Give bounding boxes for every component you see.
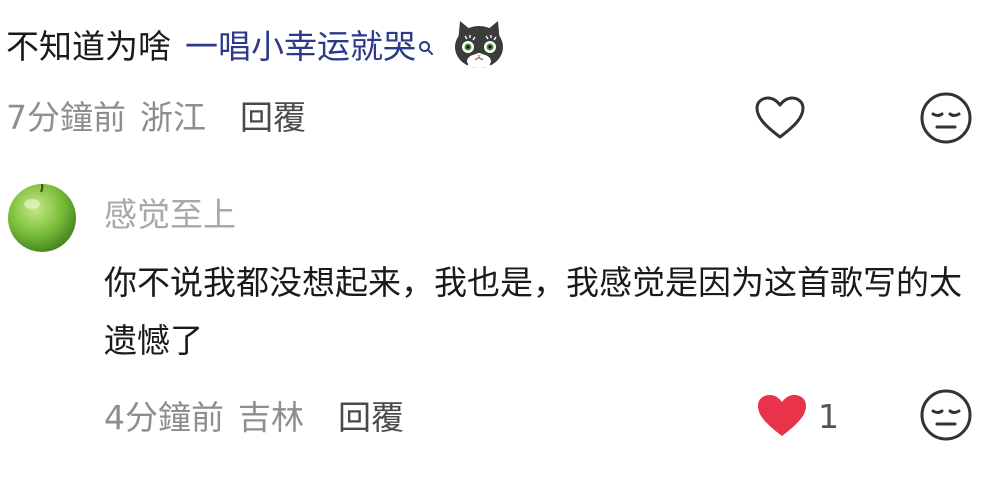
green-apple-avatar	[6, 180, 78, 252]
comment-time: 4分鐘前	[104, 398, 224, 437]
heart-filled-icon	[758, 395, 806, 436]
like-button[interactable]	[752, 92, 808, 144]
avatar[interactable]	[6, 180, 78, 252]
heart-outline-icon	[755, 96, 805, 139]
dislike-button[interactable]	[916, 89, 976, 147]
comment-item: 不知道为啥 一唱小幸运就哭 7分鐘前 浙江 回覆	[0, 0, 992, 160]
comment-location: 浙江	[140, 98, 206, 137]
cat-emoji-icon	[452, 17, 506, 71]
comment-meta: 4分鐘前 吉林 回覆	[104, 390, 404, 440]
comment-text-plain: 不知道为啥	[6, 27, 171, 66]
like-button[interactable]	[752, 390, 812, 442]
like-count: 1	[818, 396, 839, 436]
hashtag-link[interactable]: 一唱小幸运就哭	[185, 20, 416, 68]
reply-button[interactable]: 回覆	[240, 91, 306, 139]
comment-item: 感觉至上 你不说我都没想起来，我也是，我感觉是因为这首歌写的太遗憾了 4分鐘前 …	[0, 170, 992, 500]
comment-text: 你不说我都没想起来，我也是，我感觉是因为这首歌写的太遗憾了	[104, 263, 962, 360]
comment-text: 不知道为啥 一唱小幸运就哭	[6, 14, 506, 74]
username[interactable]: 感觉至上	[104, 188, 236, 236]
comment-meta: 7分鐘前 浙江 回覆	[6, 90, 306, 140]
comment-location: 吉林	[238, 398, 304, 437]
search-icon	[418, 25, 434, 55]
meh-face-icon	[920, 92, 972, 144]
meh-face-icon	[920, 389, 972, 441]
comment-time: 7分鐘前	[6, 98, 126, 137]
reply-button[interactable]: 回覆	[338, 391, 404, 439]
dislike-button[interactable]	[916, 386, 976, 444]
